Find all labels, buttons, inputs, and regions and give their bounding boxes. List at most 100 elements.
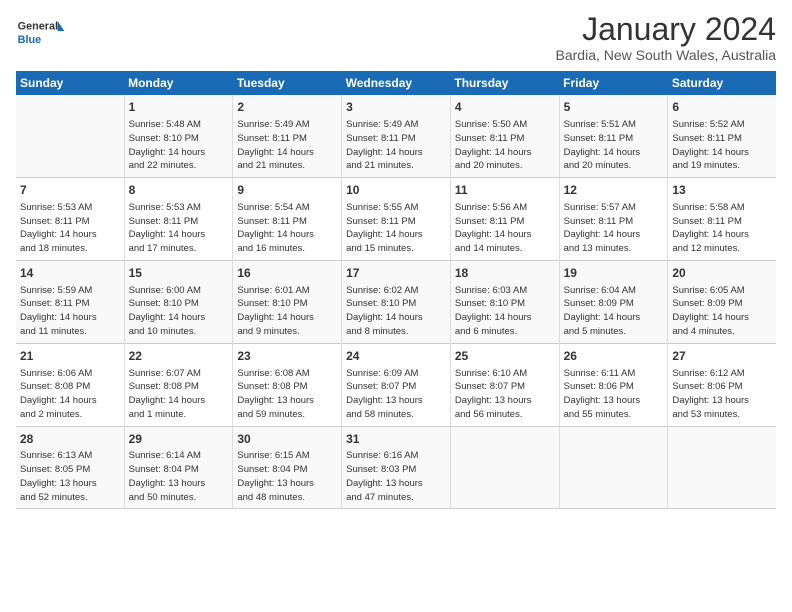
day-number: 9	[237, 182, 337, 199]
day-number: 4	[455, 99, 555, 116]
cell-content: Sunrise: 6:14 AM Sunset: 8:04 PM Dayligh…	[129, 449, 229, 504]
day-number: 1	[129, 99, 229, 116]
day-number: 6	[672, 99, 772, 116]
calendar-cell	[450, 426, 559, 509]
calendar-cell: 10Sunrise: 5:55 AM Sunset: 8:11 PM Dayli…	[342, 178, 451, 261]
calendar-cell: 3Sunrise: 5:49 AM Sunset: 8:11 PM Daylig…	[342, 95, 451, 177]
calendar-cell: 5 Sunrise: 5:51 AM Sunset: 8:11 PM Daylig…	[559, 95, 668, 177]
day-number: 22	[129, 348, 229, 365]
cell-content: Sunrise: 5:53 AM Sunset: 8:11 PM Dayligh…	[129, 201, 229, 256]
svg-text:General: General	[18, 21, 58, 33]
calendar-cell	[559, 426, 668, 509]
day-number: 25	[455, 348, 555, 365]
cell-content: Sunrise: 6:08 AM Sunset: 8:08 PM Dayligh…	[237, 367, 337, 422]
cell-content: Sunrise: 6:11 AM Sunset: 8:06 PM Dayligh…	[564, 367, 664, 422]
logo-svg: General Blue	[16, 12, 66, 52]
day-number: 10	[346, 182, 446, 199]
calendar-cell: 9 Sunrise: 5:54 AM Sunset: 8:11 PM Daylig…	[233, 178, 342, 261]
day-number: 16	[237, 265, 337, 282]
calendar-cell: 12 Sunrise: 5:57 AM Sunset: 8:11 PM Dayli…	[559, 178, 668, 261]
calendar-cell: 27 Sunrise: 6:12 AM Sunset: 8:06 PM Dayli…	[668, 343, 776, 426]
calendar-cell: 2Sunrise: 5:49 AM Sunset: 8:11 PM Daylig…	[233, 95, 342, 177]
day-header-sunday: Sunday	[16, 71, 124, 95]
cell-content: Sunrise: 6:05 AM Sunset: 8:09 PM Dayligh…	[672, 284, 772, 339]
day-number: 31	[346, 431, 446, 448]
cell-content: Sunrise: 6:12 AM Sunset: 8:06 PM Dayligh…	[672, 367, 772, 422]
calendar-cell: 4 Sunrise: 5:50 AM Sunset: 8:11 PM Daylig…	[450, 95, 559, 177]
cell-content: Sunrise: 6:00 AM Sunset: 8:10 PM Dayligh…	[129, 284, 229, 339]
day-number: 11	[455, 182, 555, 199]
header-row: SundayMondayTuesdayWednesdayThursdayFrid…	[16, 71, 776, 95]
cell-content: Sunrise: 6:03 AM Sunset: 8:10 PM Dayligh…	[455, 284, 555, 339]
page: General Blue January 2024 Bardia, New So…	[0, 0, 792, 612]
day-number: 24	[346, 348, 446, 365]
cell-content: Sunrise: 6:16 AM Sunset: 8:03 PM Dayligh…	[346, 449, 446, 504]
calendar-cell: 11 Sunrise: 5:56 AM Sunset: 8:11 PM Dayli…	[450, 178, 559, 261]
header: General Blue January 2024 Bardia, New So…	[16, 12, 776, 63]
calendar-cell: 28Sunrise: 6:13 AM Sunset: 8:05 PM Dayli…	[16, 426, 124, 509]
day-header-saturday: Saturday	[668, 71, 776, 95]
calendar-cell: 14 Sunrise: 5:59 AM Sunset: 8:11 PM Dayli…	[16, 260, 124, 343]
day-number: 12	[564, 182, 664, 199]
cell-content: Sunrise: 6:07 AM Sunset: 8:08 PM Dayligh…	[129, 367, 229, 422]
day-number: 15	[129, 265, 229, 282]
day-number: 5	[564, 99, 664, 116]
cell-content: Sunrise: 6:10 AM Sunset: 8:07 PM Dayligh…	[455, 367, 555, 422]
calendar-cell: 21Sunrise: 6:06 AM Sunset: 8:08 PM Dayli…	[16, 343, 124, 426]
week-row-1: 1 Sunrise: 5:48 AM Sunset: 8:10 PM Daylig…	[16, 95, 776, 177]
calendar-cell: 6 Sunrise: 5:52 AM Sunset: 8:11 PM Daylig…	[668, 95, 776, 177]
title-block: January 2024 Bardia, New South Wales, Au…	[556, 12, 776, 63]
day-number: 7	[20, 182, 120, 199]
cell-content: Sunrise: 5:58 AM Sunset: 8:11 PM Dayligh…	[672, 201, 772, 256]
cell-content: Sunrise: 5:50 AM Sunset: 8:11 PM Dayligh…	[455, 118, 555, 173]
day-number: 17	[346, 265, 446, 282]
calendar-cell: 31Sunrise: 6:16 AM Sunset: 8:03 PM Dayli…	[342, 426, 451, 509]
cell-content: Sunrise: 5:56 AM Sunset: 8:11 PM Dayligh…	[455, 201, 555, 256]
calendar-cell	[16, 95, 124, 177]
calendar-cell	[668, 426, 776, 509]
cell-content: Sunrise: 6:04 AM Sunset: 8:09 PM Dayligh…	[564, 284, 664, 339]
day-number: 29	[129, 431, 229, 448]
week-row-2: 7 Sunrise: 5:53 AM Sunset: 8:11 PM Daylig…	[16, 178, 776, 261]
day-number: 23	[237, 348, 337, 365]
calendar-cell: 29Sunrise: 6:14 AM Sunset: 8:04 PM Dayli…	[124, 426, 233, 509]
day-number: 19	[564, 265, 664, 282]
cell-content: Sunrise: 6:09 AM Sunset: 8:07 PM Dayligh…	[346, 367, 446, 422]
day-number: 28	[20, 431, 120, 448]
calendar-cell: 24 Sunrise: 6:09 AM Sunset: 8:07 PM Dayli…	[342, 343, 451, 426]
cell-content: Sunrise: 5:49 AM Sunset: 8:11 PM Dayligh…	[346, 118, 446, 173]
svg-text:Blue: Blue	[18, 34, 41, 46]
day-header-wednesday: Wednesday	[342, 71, 451, 95]
cell-content: Sunrise: 5:57 AM Sunset: 8:11 PM Dayligh…	[564, 201, 664, 256]
calendar-cell: 16 Sunrise: 6:01 AM Sunset: 8:10 PM Dayli…	[233, 260, 342, 343]
cell-content: Sunrise: 5:49 AM Sunset: 8:11 PM Dayligh…	[237, 118, 337, 173]
day-header-thursday: Thursday	[450, 71, 559, 95]
calendar-cell: 25 Sunrise: 6:10 AM Sunset: 8:07 PM Dayli…	[450, 343, 559, 426]
day-number: 26	[564, 348, 664, 365]
week-row-5: 28Sunrise: 6:13 AM Sunset: 8:05 PM Dayli…	[16, 426, 776, 509]
calendar-cell: 23 Sunrise: 6:08 AM Sunset: 8:08 PM Dayli…	[233, 343, 342, 426]
calendar-table: SundayMondayTuesdayWednesdayThursdayFrid…	[16, 71, 776, 509]
cell-content: Sunrise: 6:01 AM Sunset: 8:10 PM Dayligh…	[237, 284, 337, 339]
cell-content: Sunrise: 5:51 AM Sunset: 8:11 PM Dayligh…	[564, 118, 664, 173]
calendar-cell: 26 Sunrise: 6:11 AM Sunset: 8:06 PM Dayli…	[559, 343, 668, 426]
calendar-cell: 15 Sunrise: 6:00 AM Sunset: 8:10 PM Dayli…	[124, 260, 233, 343]
main-title: January 2024	[556, 12, 776, 47]
cell-content: Sunrise: 5:59 AM Sunset: 8:11 PM Dayligh…	[20, 284, 120, 339]
calendar-cell: 13 Sunrise: 5:58 AM Sunset: 8:11 PM Dayli…	[668, 178, 776, 261]
day-header-monday: Monday	[124, 71, 233, 95]
cell-content: Sunrise: 5:54 AM Sunset: 8:11 PM Dayligh…	[237, 201, 337, 256]
calendar-cell: 22 Sunrise: 6:07 AM Sunset: 8:08 PM Dayli…	[124, 343, 233, 426]
cell-content: Sunrise: 5:53 AM Sunset: 8:11 PM Dayligh…	[20, 201, 120, 256]
week-row-4: 21Sunrise: 6:06 AM Sunset: 8:08 PM Dayli…	[16, 343, 776, 426]
cell-content: Sunrise: 5:48 AM Sunset: 8:10 PM Dayligh…	[129, 118, 229, 173]
calendar-cell: 30Sunrise: 6:15 AM Sunset: 8:04 PM Dayli…	[233, 426, 342, 509]
calendar-cell: 19 Sunrise: 6:04 AM Sunset: 8:09 PM Dayli…	[559, 260, 668, 343]
day-number: 13	[672, 182, 772, 199]
cell-content: Sunrise: 6:02 AM Sunset: 8:10 PM Dayligh…	[346, 284, 446, 339]
calendar-cell: 17 Sunrise: 6:02 AM Sunset: 8:10 PM Dayli…	[342, 260, 451, 343]
day-number: 21	[20, 348, 120, 365]
cell-content: Sunrise: 5:52 AM Sunset: 8:11 PM Dayligh…	[672, 118, 772, 173]
day-number: 14	[20, 265, 120, 282]
day-number: 27	[672, 348, 772, 365]
